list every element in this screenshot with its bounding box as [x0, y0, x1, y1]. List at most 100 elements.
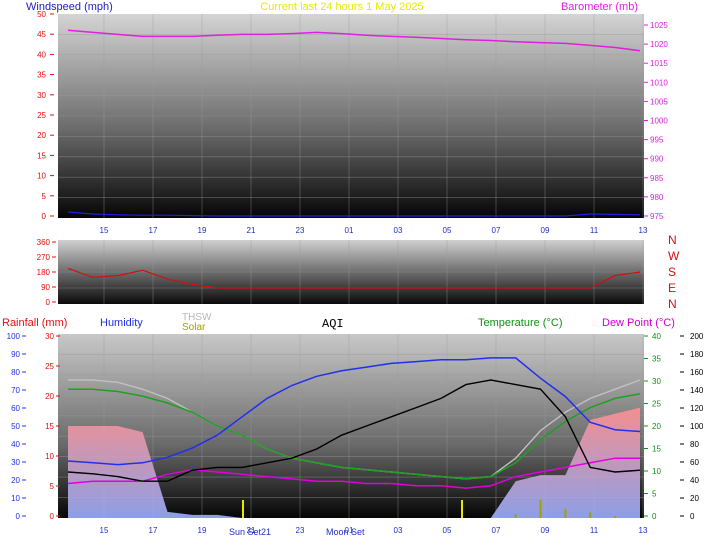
x-tick-label: 19 [198, 226, 207, 235]
axis-tick-label: 40 [652, 332, 661, 341]
axis-tick-label: 120 [690, 404, 704, 413]
x-tick-label: 23 [296, 526, 305, 535]
x-tick-label: 19 [198, 526, 207, 535]
axis-tick-label: 25 [652, 400, 661, 409]
axis-tick-label: 995 [650, 136, 664, 145]
axis-tick-label: 20 [690, 494, 699, 503]
dewpoint-legend: Dew Point (°C) [602, 317, 675, 329]
x-tick-label: 15 [100, 526, 109, 535]
axis-tick-label: 50 [11, 422, 20, 431]
axis-tick-label: 990 [650, 155, 664, 164]
axis-tick-label: 0 [690, 512, 695, 521]
compass-letter: S [668, 265, 676, 279]
axis-tick-label: 25 [45, 362, 54, 371]
axis-tick-label: 70 [11, 386, 20, 395]
axis-tick-label: 200 [690, 332, 704, 341]
axis-tick-label: 25 [37, 111, 46, 120]
x-tick-label: 09 [541, 526, 550, 535]
axis-tick-label: 0 [46, 298, 51, 307]
compass-labels: NWSEN [668, 233, 680, 311]
axis-tick-label: 1010 [650, 78, 668, 87]
axis-tick-label: 40 [37, 50, 46, 59]
x-tick-label: 15 [100, 226, 109, 235]
axis-tick-label: 360 [37, 238, 51, 247]
axis-tick-label: 15 [45, 422, 54, 431]
compass-letter: N [668, 297, 677, 311]
x-tick-label: 07 [492, 226, 501, 235]
axis-tick-label: 15 [37, 151, 46, 160]
weather-chart-svg: 50454035302520151050 1025102010151010100… [2, 1, 704, 537]
axis-tick-label: 180 [37, 268, 51, 277]
axis-tick-label: 10 [11, 494, 20, 503]
axis-tick-label: 270 [37, 253, 51, 262]
x-tick-label: 11 [590, 526, 599, 535]
axis-tick-label: 0 [652, 512, 657, 521]
axis-tick-label: 90 [11, 350, 20, 359]
compass-letter: E [668, 281, 676, 295]
x-tick-label: 05 [443, 526, 452, 535]
top-x-labels: 15 17 19 21 23 01 03 05 07 09 11 13 [100, 226, 648, 235]
axis-tick-label: 160 [690, 368, 704, 377]
axis-tick-label: 35 [652, 355, 661, 364]
axis-tick-label: 10 [37, 172, 46, 181]
humidity-legend: Humidity [100, 317, 143, 329]
axis-tick-label: 985 [650, 174, 664, 183]
axis-tick-label: 1020 [650, 40, 668, 49]
axis-tick-label: 5 [652, 490, 657, 499]
axis-tick-label: 0 [16, 512, 21, 521]
axis-tick-label: 30 [45, 332, 54, 341]
wind-axis-ticks: 50454035302520151050 [37, 10, 54, 221]
x-tick-label: 11 [590, 226, 599, 235]
axis-tick-label: 40 [690, 476, 699, 485]
compass-letter: W [668, 249, 680, 263]
axis-tick-label: 10 [652, 467, 661, 476]
axis-tick-label: 140 [690, 386, 704, 395]
axis-tick-label: 45 [37, 30, 46, 39]
x-tick-label: 21 [247, 226, 256, 235]
axis-tick-label: 1015 [650, 59, 668, 68]
bottom-x-labels: 15 17 19 21 23 01 03 05 07 09 11 13 [100, 526, 648, 535]
x-tick-label: 17 [149, 226, 158, 235]
axis-tick-label: 10 [45, 452, 54, 461]
wind-axis-title: Windspeed (mph) [26, 1, 113, 13]
dir-axis-ticks: 360 270 180 90 0 [37, 238, 56, 307]
axis-tick-label: 15 [652, 445, 661, 454]
axis-tick-label: 100 [7, 332, 21, 341]
baro-axis-ticks: 1025 1020 1015 1010 1005 1000 995 990 985 980 975 [644, 21, 668, 221]
axis-tick-label: 80 [11, 368, 20, 377]
axis-tick-label: 40 [11, 440, 20, 449]
axis-tick-label: 60 [11, 404, 20, 413]
x-tick-label: 05 [443, 226, 452, 235]
axis-tick-label: 20 [11, 476, 20, 485]
axis-tick-label: 5 [42, 192, 47, 201]
axis-tick-label: 90 [41, 283, 50, 292]
x-tick-label: 23 [296, 226, 305, 235]
axis-tick-label: 20 [652, 422, 661, 431]
axis-tick-label: 30 [37, 91, 46, 100]
x-tick-label: 03 [394, 226, 403, 235]
baro-axis-title: Barometer (mb) [561, 1, 638, 13]
axis-tick-label: 20 [37, 131, 46, 140]
axis-tick-label: 980 [650, 193, 664, 202]
axis-tick-label: 1005 [650, 97, 668, 106]
temperature-legend: Temperature (°C) [478, 317, 562, 329]
x-tick-label: 13 [639, 526, 648, 535]
x-tick-label: 03 [394, 526, 403, 535]
x-tick-label: 01 [345, 226, 354, 235]
compass-letter: N [668, 233, 677, 247]
moonset-label: Moon Set [326, 527, 365, 537]
axis-tick-label: 1000 [650, 117, 668, 126]
aqi-legend: AQI [322, 317, 344, 331]
axis-tick-label: 180 [690, 350, 704, 359]
rainfall-axis-title: Rainfall (mm) [2, 317, 67, 329]
axis-tick-label: 5 [50, 482, 55, 491]
x-tick-label: 07 [492, 526, 501, 535]
axis-tick-label: 60 [690, 458, 699, 467]
axis-tick-label: 80 [690, 440, 699, 449]
axis-tick-label: 35 [37, 71, 46, 80]
axis-tick-label: 0 [42, 212, 47, 221]
weather-chart-stage: 50 45 40 35 30 25 20 15 10 5 0 1025 1020 1015 1010 100… [0, 0, 722, 543]
sunset-label: Sun Set21 [229, 527, 271, 537]
x-tick-label: 09 [541, 226, 550, 235]
axis-tick-label: 100 [690, 422, 704, 431]
